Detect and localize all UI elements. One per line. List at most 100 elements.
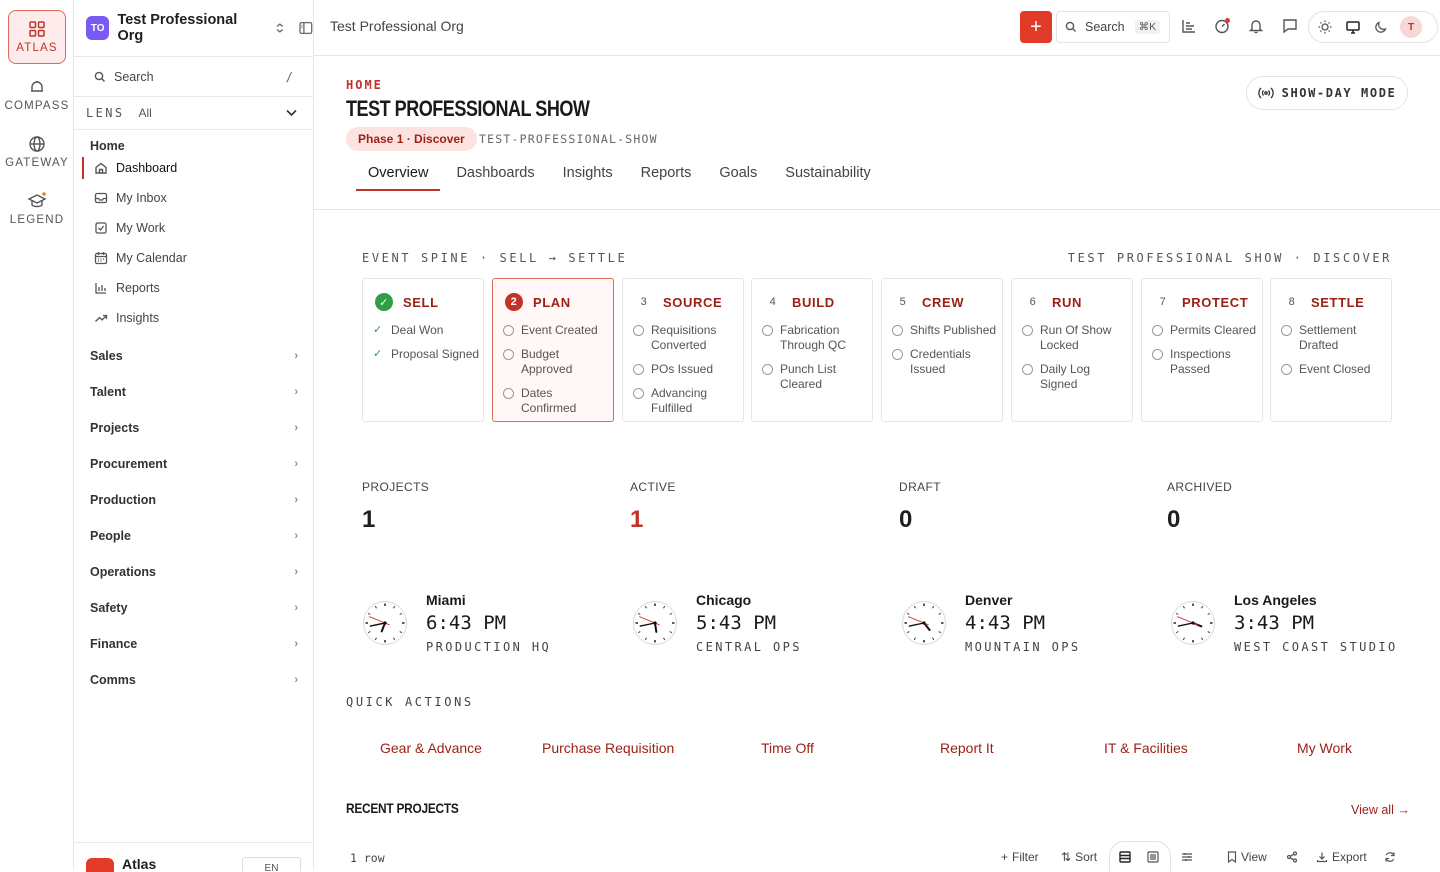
search-icon [1065, 21, 1076, 32]
moon-icon[interactable] [1373, 19, 1389, 35]
nav-group-safety[interactable]: Safety › [90, 596, 298, 620]
stage-checklist: Fabrication Through QC Punch List Cleared [762, 323, 870, 401]
sidebar-item-insights[interactable]: Insights [82, 305, 306, 331]
sidebar-item-calendar[interactable]: My Calendar [82, 245, 306, 271]
project-slug: TEST-PROFESSIONAL-SHOW [479, 132, 658, 146]
rail-item-legend[interactable]: LEGEND [8, 182, 66, 236]
rail-item-atlas[interactable]: ATLAS [8, 10, 66, 64]
atlas-logo-icon [86, 858, 114, 872]
nav-group-projects[interactable]: Projects › [90, 416, 298, 440]
chevron-right-icon: › [294, 422, 298, 434]
quick-action-purchase-requisition[interactable]: Purchase Requisition [542, 740, 674, 756]
stage-run[interactable]: 6 RUN Run Of Show Locked Daily Log Signed [1011, 278, 1133, 422]
nav-group-label: Finance [90, 637, 138, 651]
stage-checklist: Settlement Drafted Event Closed [1281, 323, 1389, 386]
tab-bar: Overview Dashboards Insights Reports Goa… [355, 156, 899, 191]
status-icon[interactable] [1213, 17, 1231, 35]
sidebar-item-label: Dashboard [116, 161, 178, 175]
quick-action-it-facilities[interactable]: IT & Facilities [1104, 740, 1188, 756]
nav-group-finance[interactable]: Finance › [90, 632, 298, 656]
stage-sell[interactable]: ✓ SELL ✓ Deal Won ✓ Proposal Signed [362, 278, 484, 422]
checklist-item-label: Fabrication Through QC [780, 323, 847, 352]
export-button[interactable]: Export [1316, 850, 1367, 864]
circle-icon [1152, 349, 1163, 360]
stage-plan[interactable]: 2 PLAN Event Created Budget Approved Dates C… [492, 278, 614, 422]
chart-icon[interactable] [1180, 17, 1198, 35]
stage-source[interactable]: 3 SOURCE Requisitions Converted POs Issued A… [622, 278, 744, 422]
nav-group-production[interactable]: Production › [90, 488, 298, 512]
search-icon [94, 71, 105, 82]
columns-icon[interactable] [1181, 851, 1193, 863]
quick-action-time-off[interactable]: Time Off [761, 740, 814, 756]
sidebar-item-reports[interactable]: Reports [82, 275, 306, 301]
stage-build[interactable]: 4 BUILD Fabrication Through QC Punch List C… [751, 278, 873, 422]
nav-group-label: Projects [90, 421, 140, 435]
stage-number: 5 [899, 296, 907, 308]
org-switcher[interactable]: TO Test Professional Org [86, 12, 313, 44]
tab-goals[interactable]: Goals [719, 156, 757, 190]
nav-group-comms[interactable]: Comms › [90, 668, 298, 692]
stage-crew[interactable]: 5 CREW Shifts Published Credentials Issued [881, 278, 1003, 422]
nav-group-people[interactable]: People › [90, 524, 298, 548]
checklist-item-label: Permits Cleared [1170, 323, 1257, 337]
sidebar-item-dashboard[interactable]: Dashboard [82, 155, 306, 181]
circle-icon [1022, 325, 1033, 336]
table-view-icon[interactable] [1119, 851, 1131, 863]
nav-group-procurement[interactable]: Procurement › [90, 452, 298, 476]
tab-insights[interactable]: Insights [563, 156, 613, 190]
recent-projects-title: RECENT PROJECTS [346, 800, 459, 816]
sidebar-item-my-work[interactable]: My Work [82, 215, 306, 241]
share-icon[interactable] [1286, 851, 1298, 863]
circle-icon [1281, 325, 1292, 336]
stage-settle[interactable]: 8 SETTLE Settlement Drafted Event Closed [1270, 278, 1392, 422]
clock-city: Denver [965, 592, 1013, 608]
create-button[interactable]: + [1020, 11, 1052, 43]
plus-icon: + [1030, 15, 1042, 38]
rail-item-compass[interactable]: COMPASS [4, 68, 68, 122]
circle-icon [1022, 364, 1033, 375]
show-day-mode-button[interactable]: SHOW-DAY MODE [1246, 76, 1408, 110]
view-all-link[interactable]: View all → [1351, 803, 1410, 817]
chevron-down-icon [286, 109, 297, 117]
lens-selector[interactable]: LENS All [74, 97, 313, 130]
nav-group-sales[interactable]: Sales › [90, 344, 298, 368]
tab-sustainability[interactable]: Sustainability [785, 156, 870, 190]
chevron-right-icon: › [294, 602, 298, 614]
stage-name: PLAN [533, 294, 571, 310]
quick-actions-title: QUICK ACTIONS [346, 695, 474, 709]
quick-action-report-it[interactable]: Report It [940, 740, 994, 756]
clock-time: 6:43 PM [426, 612, 507, 634]
home-icon [95, 162, 107, 174]
user-avatar[interactable]: T [1400, 16, 1422, 38]
sidebar-item-inbox[interactable]: My Inbox [82, 185, 306, 211]
kpi-label: ACTIVE [630, 480, 676, 494]
saved-view-button[interactable]: View [1227, 850, 1267, 864]
nav-group-operations[interactable]: Operations › [90, 560, 298, 584]
stage-number: 8 [1288, 296, 1296, 308]
clock-text: Los Angeles 3:43 PM WEST COAST STUDIO [1234, 592, 1398, 654]
checklist-item-label: Deal Won [391, 323, 444, 337]
bell-icon[interactable] [1247, 17, 1265, 35]
monitor-icon[interactable] [1345, 19, 1361, 35]
global-search[interactable]: Search ⌘K [1056, 11, 1170, 43]
panel-toggle-icon[interactable] [299, 21, 313, 35]
checklist-item: POs Issued [633, 362, 741, 377]
sun-icon[interactable] [1317, 19, 1333, 35]
lens-value: All [138, 106, 152, 120]
stage-protect[interactable]: 7 PROTECT Permits Cleared Inspections Passe… [1141, 278, 1263, 422]
list-view-icon[interactable] [1147, 851, 1159, 863]
rail-item-gateway[interactable]: GATEWAY [5, 125, 68, 179]
stage-header: 7 PROTECT [1154, 293, 1248, 311]
filter-button[interactable]: + Filter [1001, 850, 1039, 864]
tab-overview[interactable]: Overview [355, 156, 441, 191]
chat-icon[interactable] [1281, 17, 1299, 35]
sidebar-search[interactable]: Search / [74, 56, 313, 97]
nav-group-talent[interactable]: Talent › [90, 380, 298, 404]
circle-icon [1152, 325, 1163, 336]
tab-dashboards[interactable]: Dashboards [456, 156, 534, 190]
sort-button[interactable]: ⇅ Sort [1061, 850, 1097, 864]
quick-action-my-work[interactable]: My Work [1297, 740, 1352, 756]
tab-reports[interactable]: Reports [641, 156, 692, 190]
refresh-icon[interactable] [1384, 851, 1396, 863]
quick-action-gear-advance[interactable]: Gear & Advance [380, 740, 482, 756]
